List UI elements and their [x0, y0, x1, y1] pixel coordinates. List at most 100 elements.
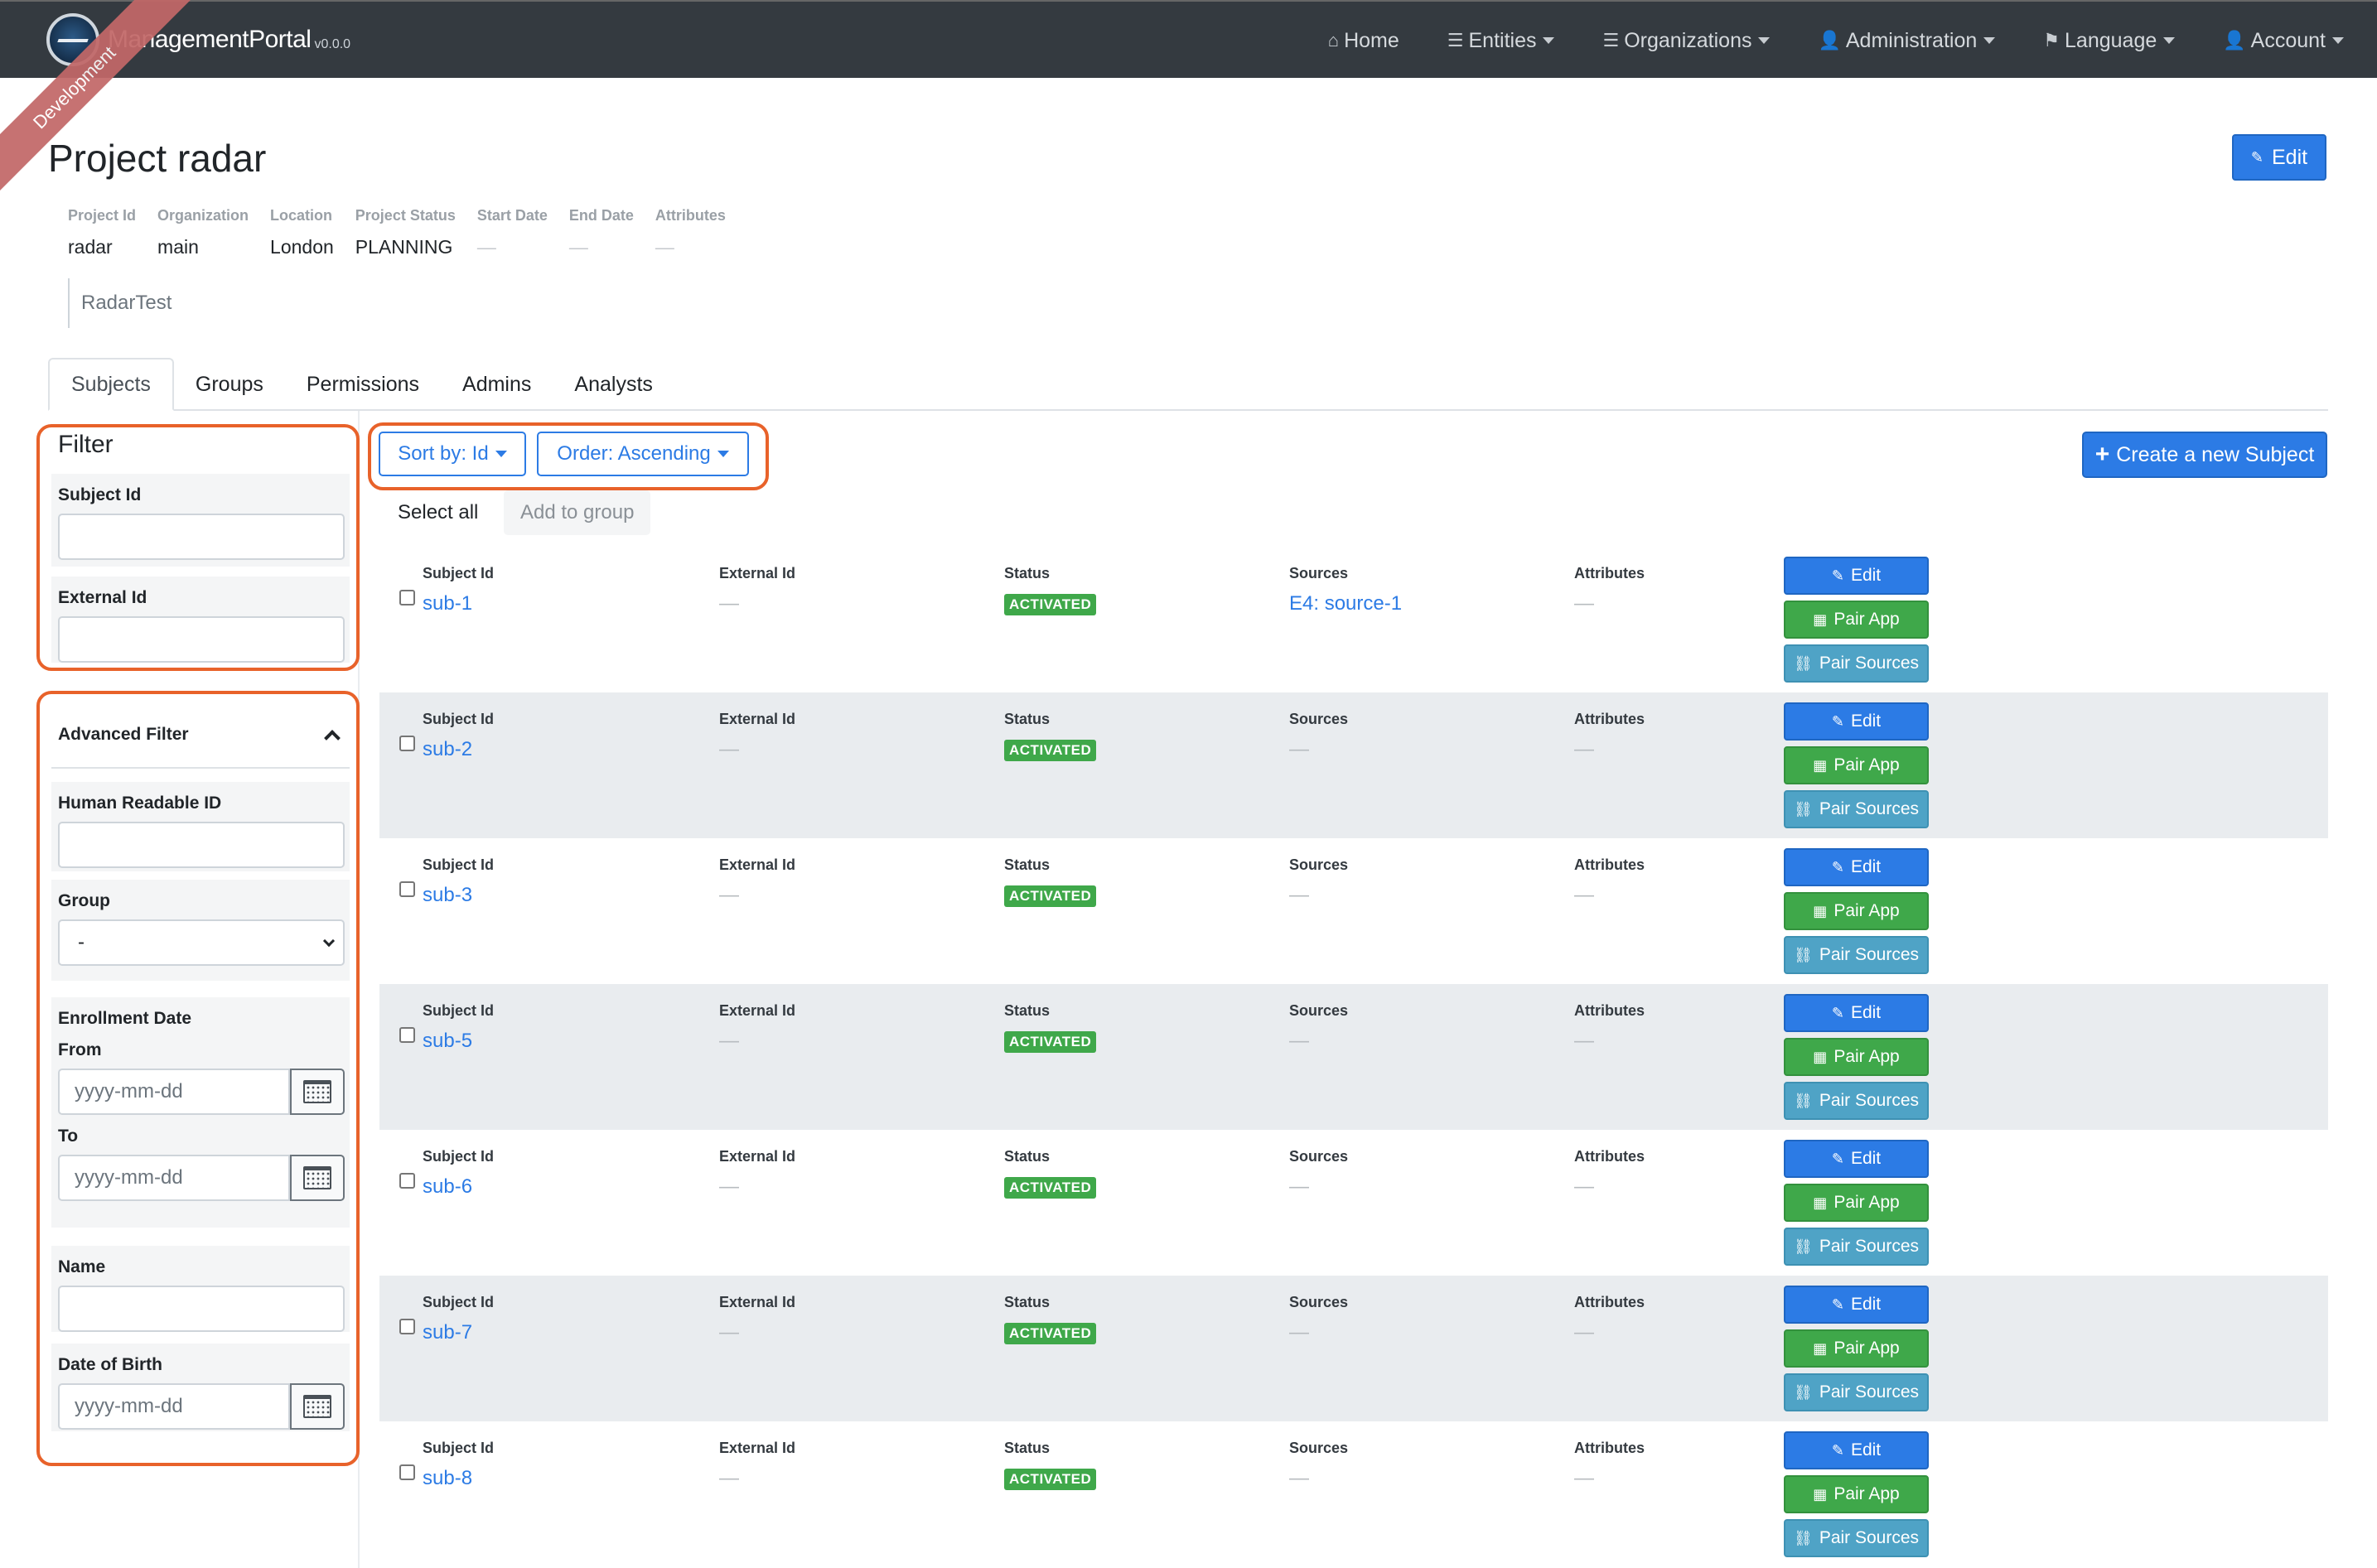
pair-sources-button[interactable]: ⛓ Pair Sources: [1784, 1082, 1929, 1120]
to-calendar-button[interactable]: [290, 1155, 345, 1201]
row-checkbox[interactable]: [399, 1464, 415, 1480]
cell-label: External Id: [719, 856, 796, 873]
project-tabs: Subjects Groups Permissions Admins Analysts: [48, 358, 2328, 411]
external-id-input[interactable]: [58, 616, 345, 663]
edit-subject-label: Edit: [1850, 1295, 1882, 1314]
nav-item-entities[interactable]: ☰ Entities: [1447, 29, 1555, 53]
tab-admins[interactable]: Admins: [441, 358, 553, 411]
name-input[interactable]: [58, 1286, 345, 1332]
edit-subject-button[interactable]: ✎ Edit: [1784, 994, 1929, 1032]
table-row: Subject Id sub-6 External Id — Status ACTIVAT…: [379, 1130, 2328, 1276]
pair-app-button[interactable]: ▦ Pair App: [1784, 1329, 1929, 1368]
nav-item-organizations[interactable]: ☰ Organizations: [1602, 29, 1771, 53]
edit-subject-button[interactable]: ✎ Edit: [1784, 848, 1929, 886]
sort-by-label: Sort by: Id: [398, 442, 489, 465]
table-row: Subject Id sub-1 External Id — Status ACTIVAT…: [379, 547, 2328, 692]
subject-link[interactable]: sub-2: [423, 738, 494, 761]
to-date-input[interactable]: yyyy-mm-dd: [58, 1155, 290, 1201]
subject-link[interactable]: sub-7: [423, 1321, 494, 1344]
nav-item-home[interactable]: ⌂ Home: [1328, 29, 1399, 53]
cell-attributes: Attributes —: [1574, 711, 1645, 761]
meta-label: Start Date: [476, 207, 548, 224]
subject-link[interactable]: sub-3: [423, 884, 494, 907]
pair-app-button[interactable]: ▦ Pair App: [1784, 601, 1929, 639]
edit-project-button[interactable]: ✎ Edit: [2232, 134, 2326, 181]
cell-sources: Sources —: [1289, 1002, 1348, 1053]
cell-value: —: [1574, 884, 1594, 906]
select-all-button[interactable]: Select all: [379, 490, 496, 535]
from-calendar-button[interactable]: [290, 1069, 345, 1115]
nav-item-label: Entities: [1468, 28, 1537, 52]
pair-sources-button[interactable]: ⛓ Pair Sources: [1784, 936, 1929, 974]
pair-app-button[interactable]: ▦ Pair App: [1784, 1038, 1929, 1076]
row-checkbox[interactable]: [399, 1027, 415, 1043]
edit-subject-button[interactable]: ✎ Edit: [1784, 702, 1929, 741]
edit-subject-label: Edit: [1850, 1149, 1882, 1168]
caret-down-icon: [2163, 37, 2176, 44]
meta-value: London: [270, 236, 334, 258]
pair-sources-label: Pair Sources: [1819, 1091, 1920, 1110]
pair-sources-button[interactable]: ⛓ Pair Sources: [1784, 644, 1929, 683]
pair-app-button[interactable]: ▦ Pair App: [1784, 1184, 1929, 1222]
project-description: RadarTest: [68, 278, 172, 328]
cell-label: External Id: [719, 1440, 796, 1456]
human-id-input[interactable]: [58, 822, 345, 868]
edit-subject-button[interactable]: ✎ Edit: [1784, 1140, 1929, 1178]
row-checkbox[interactable]: [399, 1319, 415, 1334]
row-checkbox[interactable]: [399, 1173, 415, 1189]
cell-status: Status ACTIVATED: [1004, 1148, 1097, 1199]
cell-attributes: Attributes —: [1574, 1148, 1645, 1199]
subject-id-input[interactable]: [58, 514, 345, 560]
brand-version: v0.0.0: [314, 37, 351, 51]
row-checkbox[interactable]: [399, 881, 415, 897]
order-dropdown[interactable]: Order: Ascending: [537, 432, 749, 476]
cell-label: Status: [1004, 1002, 1051, 1019]
cell-label: Attributes: [1574, 1148, 1645, 1165]
tab-groups[interactable]: Groups: [174, 358, 285, 411]
tab-analysts[interactable]: Analysts: [553, 358, 674, 411]
advanced-filter-toggle[interactable]: Advanced Filter: [51, 702, 350, 769]
pencil-icon: ✎: [2250, 148, 2263, 166]
row-checkbox[interactable]: [399, 736, 415, 751]
cell-label: Sources: [1289, 1440, 1349, 1456]
add-to-group-button[interactable]: Add to group: [504, 490, 651, 535]
nav-item-account[interactable]: 👤 Account: [2223, 29, 2344, 53]
pair-sources-button[interactable]: ⛓ Pair Sources: [1784, 1228, 1929, 1266]
dob-date-input[interactable]: yyyy-mm-dd: [58, 1383, 290, 1430]
subject-link[interactable]: sub-6: [423, 1175, 494, 1199]
meta-value: —: [568, 236, 588, 258]
nav-item-administration[interactable]: 👤 Administration: [1818, 29, 1996, 53]
source-link[interactable]: E4: source-1: [1289, 592, 1402, 615]
cell-sources: Sources —: [1289, 711, 1348, 761]
cell-value: —: [1289, 738, 1309, 760]
sort-by-dropdown[interactable]: Sort by: Id: [379, 432, 526, 476]
pair-sources-label: Pair Sources: [1819, 1237, 1920, 1256]
link-icon: ⛓: [1793, 1092, 1813, 1109]
create-subject-button[interactable]: + Create a new Subject: [2082, 432, 2327, 478]
group-select[interactable]: -: [58, 919, 345, 966]
pair-app-button[interactable]: ▦ Pair App: [1784, 746, 1929, 784]
edit-subject-button[interactable]: ✎ Edit: [1784, 1431, 1929, 1469]
subject-link[interactable]: sub-5: [423, 1030, 494, 1053]
cell-status: Status ACTIVATED: [1004, 1440, 1097, 1490]
tab-subjects[interactable]: Subjects: [48, 358, 174, 411]
group-label: Group: [58, 891, 110, 910]
nav-item-language[interactable]: ⚑ Language: [2043, 29, 2176, 53]
edit-subject-button[interactable]: ✎ Edit: [1784, 1286, 1929, 1324]
subject-link[interactable]: sub-8: [423, 1467, 494, 1490]
cell-status: Status ACTIVATED: [1004, 856, 1097, 907]
pair-app-button[interactable]: ▦ Pair App: [1784, 892, 1929, 930]
cell-label: Subject Id: [423, 711, 495, 727]
row-checkbox[interactable]: [399, 590, 415, 605]
pair-sources-button[interactable]: ⛓ Pair Sources: [1784, 1519, 1929, 1557]
tab-permissions[interactable]: Permissions: [285, 358, 441, 411]
edit-subject-button[interactable]: ✎ Edit: [1784, 557, 1929, 595]
from-date-input[interactable]: yyyy-mm-dd: [58, 1069, 290, 1115]
dob-calendar-button[interactable]: [290, 1383, 345, 1430]
pair-sources-button[interactable]: ⛓ Pair Sources: [1784, 1373, 1929, 1411]
cell-value: —: [1289, 1175, 1309, 1198]
subject-link[interactable]: sub-1: [423, 592, 494, 615]
pair-sources-button[interactable]: ⛓ Pair Sources: [1784, 790, 1929, 828]
meta-end-date: End Date —: [569, 207, 634, 258]
pair-app-button[interactable]: ▦ Pair App: [1784, 1475, 1929, 1513]
